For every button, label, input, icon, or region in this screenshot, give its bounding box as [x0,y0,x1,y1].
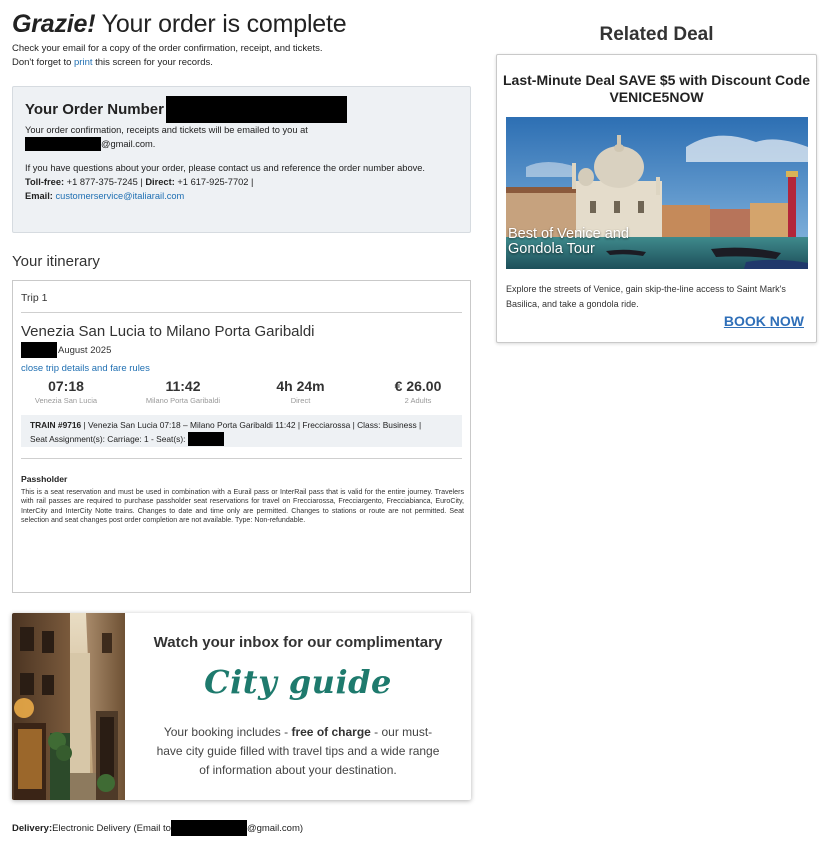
train-number: TRAIN #9716 [30,420,82,430]
order-questions-text: If you have questions about your order, … [25,163,426,173]
departure-station: Venezia San Lucia [34,396,98,405]
page-title: Grazie! Your order is complete [12,10,347,39]
divider [21,312,462,313]
seat-assignment-line: Seat Assignment(s): Carriage: 1 - Seat(s… [30,432,453,446]
city-guide-card: Watch your inbox for our complimentary C… [12,613,471,800]
passenger-count: 2 Adults [404,396,432,405]
seat-assignment-label: Seat Assignment(s): Carriage: 1 - Seat(s… [30,433,186,444]
email-label: Email: [25,191,53,201]
arrival-time: 11:42 [165,378,201,394]
direct-number: +1 617-925-7702 | [174,177,254,187]
date-redacted [21,342,57,358]
order-email-address: @gmail.com. [25,137,458,151]
trip-label: Trip 1 [21,292,48,304]
trip-duration: 4h 24m [276,378,325,394]
delivery-email-redacted [170,820,247,836]
city-guide-heading: Watch your inbox for our complimentary [153,634,443,651]
order-number-redacted [165,95,347,123]
order-email-domain: @gmail.com. [101,139,156,149]
intro-line-2-post: this screen for your records. [92,57,213,68]
related-deal-title: Related Deal [599,24,714,45]
trip-type: Direct [290,396,311,405]
deal-description: Explore the streets of Venice, gain skip… [506,284,786,309]
delivery-value-post: @gmail.com) [246,822,304,834]
tollfree-label: Toll-free: [25,177,65,187]
order-summary-box: Your Order Number Your order confirmatio… [12,86,471,233]
order-email-line: Email: customerservice@italiarail.com [25,189,458,203]
customer-service-email-link[interactable]: customerservice@italiarail.com [56,191,185,201]
divider [21,458,462,459]
seat-redacted [188,432,225,446]
duration-segment: 4h 24m Direct [258,378,343,405]
itinerary-box: Trip 1 Venezia San Lucia to Milano Porta… [12,280,471,593]
city-guide-body: Your booking includes - free of charge -… [152,723,444,780]
itinerary-title: Your itinerary [12,253,100,270]
order-number-label: Your Order Number [25,100,164,118]
intro-line-2: Don't forget to print this screen for yo… [12,56,322,70]
trip-date: August 2025 [21,342,111,358]
departure-segment: 07:18 Venezia San Lucia [21,378,111,405]
intro-text: Check your email for a copy of the order… [12,42,322,70]
delivery-value-pre: Electronic Delivery (Email to [52,822,171,834]
trip-route: Venezia San Lucia to Milano Porta Gariba… [21,323,315,340]
page-title-text: Your order is complete [95,10,347,38]
alley-photo [12,613,125,800]
train-details-line: TRAIN #9716 | Venezia San Lucia 07:18 – … [30,419,453,432]
tollfree-number: +1 877-375-7245 | [64,177,146,187]
delivery-line: Delivery: Electronic Delivery (Email to … [12,820,303,836]
delivery-label: Delivery: [12,822,53,834]
train-details-bar: TRAIN #9716 | Venezia San Lucia 07:18 – … [21,415,462,447]
passholder-title: Passholder [21,474,68,484]
order-email-text: Your order confirmation, receipts and ti… [25,125,308,135]
fare-rules-toggle-link[interactable]: close trip details and fare rules [21,363,150,374]
intro-line-1: Check your email for a copy of the order… [12,43,323,54]
trip-price: € 26.00 [394,378,442,394]
book-now-button[interactable]: BOOK NOW [724,313,804,329]
city-guide-body-bold: free of charge [291,725,371,739]
departure-time: 07:18 [48,378,84,394]
page-title-emphasis: Grazie! [12,10,96,38]
city-guide-script-title: City guide [204,663,392,701]
trip-date-text: August 2025 [58,344,112,356]
train-route-details: | Venezia San Lucia 07:18 – Milano Porta… [81,420,422,430]
arrival-segment: 11:42 Milano Porta Garibaldi [128,378,238,405]
arrival-station: Milano Porta Garibaldi [145,396,221,405]
passholder-terms: This is a seat reservation and must be u… [21,488,464,525]
order-number-heading: Your Order Number [25,95,458,123]
order-phone-line: Toll-free: +1 877-375-7245 | Direct: +1 … [25,175,458,189]
deal-card[interactable]: Last-Minute Deal SAVE $5 with Discount C… [496,54,817,343]
city-guide-body-pre: Your booking includes - [163,725,292,739]
direct-label: Direct: [145,177,175,187]
email-redacted [25,137,101,151]
price-segment: € 26.00 2 Adults [373,378,463,405]
deal-photo-caption: Best of Venice and Gondola Tour [508,226,629,257]
print-link[interactable]: print [74,57,92,68]
deal-title: Last-Minute Deal SAVE $5 with Discount C… [503,72,811,105]
intro-line-2-pre: Don't forget to [12,57,75,68]
